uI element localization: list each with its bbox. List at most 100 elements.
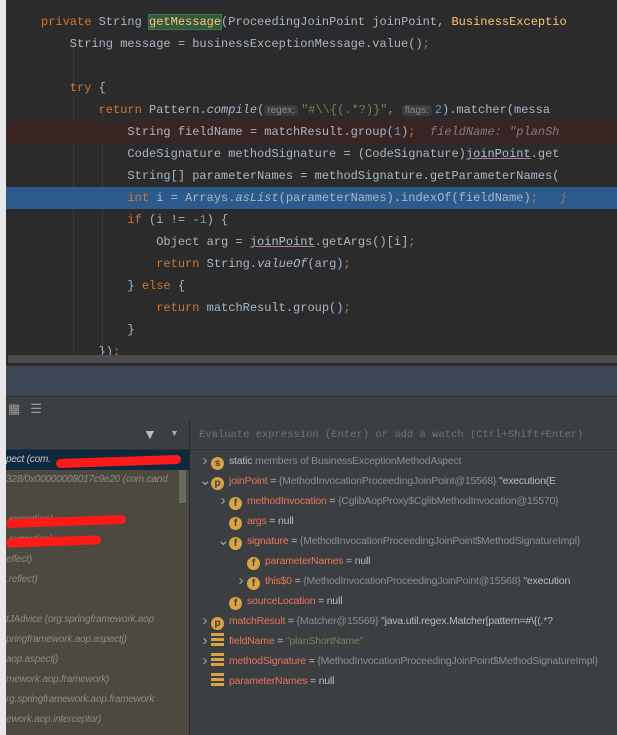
code-line[interactable]: CodeSignature methodSignature = (CodeSig…: [6, 143, 617, 165]
code-token: return: [41, 257, 207, 271]
code-token: private: [41, 15, 99, 29]
equals-sign: =: [291, 575, 304, 587]
variable-row[interactable]: f methodInvocation = {CglibAopProxy$Cglib…: [229, 491, 615, 511]
variable-row[interactable]: p joinPoint = {MethodInvocationProceeding…: [211, 471, 615, 491]
horizontal-scrollbar[interactable]: [8, 355, 617, 363]
code-token: int: [41, 191, 157, 205]
code-line[interactable]: return Pattern.compile(regex: "#\\{(.*?)}…: [6, 99, 617, 121]
expand-arrow-icon[interactable]: ›: [199, 651, 211, 671]
variables-panel[interactable]: Evaluate expression (Enter) or add a wat…: [189, 420, 617, 735]
stack-frame[interactable]: ework.aop.interceptor): [6, 710, 189, 730]
variable-value: {CglibAopProxy$CglibMethodInvocation@155…: [338, 495, 559, 507]
parameter-hint: regex:: [264, 105, 299, 116]
equals-sign: =: [274, 635, 286, 647]
code-token: if: [41, 213, 150, 227]
local-variable-icon: [211, 633, 224, 646]
code-line[interactable]: }: [6, 319, 617, 341]
inline-debug-value: fieldName: "planSh: [415, 125, 560, 139]
code-token: String fieldName = matchResult.group(: [41, 125, 394, 139]
stack-frame[interactable]: 328/0x00000008017c9e20 (com.cand: [6, 470, 189, 490]
code-token: matchResult.group(): [206, 301, 344, 315]
stack-frame[interactable]: mework.aop.framework): [6, 670, 189, 690]
variable-row[interactable]: methodSignature = {MethodInvocationProce…: [211, 651, 615, 671]
variable-row[interactable]: f parameterNames = null: [247, 551, 615, 571]
expand-arrow-icon[interactable]: ›: [199, 611, 211, 631]
variable-row[interactable]: f sourceLocation = null: [229, 591, 615, 611]
stack-frame[interactable]: tJAdvice (org.springframework.aop: [6, 610, 189, 630]
code-editor[interactable]: private String getMessage(ProceedingJoin…: [0, 0, 617, 366]
variable-name: methodInvocation: [247, 495, 327, 507]
variable-name: this$0: [265, 575, 292, 587]
parameter-icon: p: [211, 477, 224, 490]
field-icon: f: [229, 497, 242, 510]
frame-list[interactable]: pect (com. 328/0x00000008017c9e20 (com.ca…: [6, 450, 189, 730]
expand-arrow-icon[interactable]: ›: [199, 451, 211, 471]
evaluate-expression-input[interactable]: Evaluate expression (Enter) or add a wat…: [190, 420, 617, 450]
variable-name: fieldName: [229, 635, 275, 647]
code-line[interactable]: return matchResult.group();: [6, 297, 617, 319]
variable-row[interactable]: f this$0 = {MethodInvocationProceedingJoi…: [247, 571, 615, 591]
code-line[interactable]: private String getMessage(ProceedingJoin…: [6, 11, 617, 33]
code-token: ;: [422, 37, 430, 51]
stack-frame[interactable]: .reflect): [6, 570, 189, 590]
chevron-down-icon[interactable]: ▼: [170, 428, 179, 438]
variable-row[interactable]: fieldName = "planShortName": [211, 631, 615, 651]
code-token: ) {: [206, 213, 229, 227]
expand-arrow-icon[interactable]: ›: [217, 491, 229, 511]
variable-value-text: null: [318, 675, 335, 687]
variable-name: parameterNames: [229, 675, 308, 687]
layout-settings-icon[interactable]: ☰: [30, 401, 42, 417]
debug-tab-strip: [6, 366, 617, 397]
stack-frame[interactable]: aop.aspectj): [6, 650, 189, 670]
code-token: (arg): [307, 257, 344, 271]
variable-row[interactable]: parameterNames = null: [211, 671, 615, 691]
frames-panel[interactable]: ▼ ▼ pect (com. 328/0x00000008017c9e20 (co…: [5, 420, 189, 735]
collapse-arrow-icon[interactable]: ⌄: [199, 471, 212, 491]
code-line[interactable]: String fieldName = matchResult.group(1);…: [6, 121, 617, 143]
stack-frame[interactable]: [6, 590, 189, 610]
expand-arrow-icon[interactable]: ›: [235, 571, 247, 591]
code-line[interactable]: String message = businessExceptionMessag…: [6, 33, 617, 55]
expand-arrow-icon[interactable]: ›: [199, 631, 211, 651]
code-line[interactable]: try {: [6, 77, 617, 99]
code-token: ,: [387, 103, 402, 117]
code-token: getMessage: [148, 14, 223, 30]
variable-row[interactable]: s static members of BusinessExceptionMeth…: [211, 451, 615, 471]
code-token: 1: [393, 125, 402, 139]
variable-value-text: "execution: [520, 575, 571, 587]
stack-frame[interactable]: eflect): [6, 550, 189, 570]
code-line[interactable]: [6, 55, 617, 77]
variable-row[interactable]: p matchResult = {Matcher@15569} "java.uti…: [211, 611, 615, 631]
parameter-icon: p: [211, 617, 224, 630]
stack-frame[interactable]: pringframework.aop.aspectj): [6, 630, 189, 650]
code-token: ;: [343, 301, 351, 315]
inline-debug-value: j: [537, 191, 567, 205]
frames-scrollbar[interactable]: [179, 470, 186, 503]
variable-value-text: null: [278, 515, 294, 527]
code-line[interactable]: return String.valueOf(arg);: [6, 253, 617, 275]
code-token: ;: [343, 257, 351, 271]
code-line[interactable]: Object arg = joinPoint.getArgs()[i];: [6, 231, 617, 253]
calculator-icon[interactable]: ▦: [8, 401, 20, 417]
variable-name: methodSignature: [229, 655, 306, 667]
code-line[interactable]: if (i != -1) {: [6, 209, 617, 231]
stack-frame[interactable]: [6, 490, 189, 510]
code-line[interactable]: } else {: [6, 275, 617, 297]
code-token: 1: [199, 213, 207, 227]
stack-frame[interactable]: rg.springframework.aop.framework: [6, 690, 189, 710]
equals-sign: =: [305, 655, 318, 667]
equals-sign: =: [288, 535, 300, 547]
variable-row[interactable]: f args = null: [229, 511, 615, 531]
current-execution-line[interactable]: int i = Arrays.asList(parameterNames).in…: [6, 187, 617, 209]
variable-name: sourceLocation: [247, 595, 316, 607]
variable-row[interactable]: f signature = {MethodInvocationProceeding…: [229, 531, 615, 551]
equals-sign: =: [307, 675, 319, 687]
code-token: .get: [530, 147, 560, 161]
filter-icon[interactable]: ▼: [143, 426, 157, 442]
code-line[interactable]: String[] parameterNames = methodSignatur…: [6, 165, 617, 187]
collapse-arrow-icon[interactable]: ⌄: [217, 531, 230, 551]
code-token: (i != -: [149, 213, 200, 227]
variable-string-value: "planShortName": [285, 635, 364, 647]
code-token: String[] parameterNames = methodSignatur…: [41, 169, 560, 183]
code-token: joinPoint: [249, 235, 315, 249]
